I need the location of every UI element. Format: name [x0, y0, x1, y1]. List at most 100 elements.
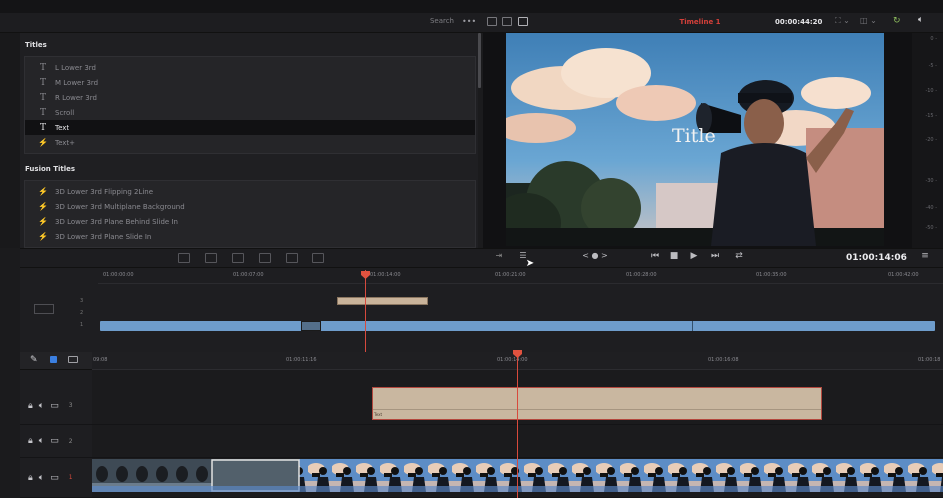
loop-button[interactable]: ⇄ [732, 251, 746, 265]
fusion-item-plane-behind-slide-in[interactable]: ⚡ 3D Lower 3rd Plane Behind Slide In [25, 214, 475, 229]
audio-icon[interactable]: 🔈︎ [39, 401, 44, 411]
title-item-r-lower-3rd[interactable]: T R Lower 3rd [25, 90, 475, 105]
mini-track-number: 3 [80, 298, 84, 304]
track-enable-icon[interactable]: ▭ [50, 473, 59, 483]
fusion-item-multiplane-background[interactable]: ⚡ 3D Lower 3rd Multiplane Background [25, 199, 475, 214]
overwrite-clip-icon[interactable] [205, 253, 217, 263]
fusion-icon: ⚡ [38, 202, 48, 211]
playhead[interactable] [517, 356, 518, 498]
place-on-top-icon[interactable] [286, 253, 298, 263]
text-title-icon: T [39, 92, 46, 103]
fusion-item-flipping-2line[interactable]: ⚡ 3D Lower 3rd Flipping 2Line [25, 184, 475, 199]
timeline-name[interactable]: Timeline 1 [640, 18, 760, 28]
ruler-label: 01:00:16:08 [708, 357, 739, 363]
meter-tick: -15 - [925, 113, 937, 119]
titles-list: T L Lower 3rd T M Lower 3rd T R Lower 3rd T… [24, 56, 476, 154]
fusion-icon: ⚡ [38, 217, 48, 226]
list-item-label: L Lower 3rd [55, 63, 96, 72]
audio-icon[interactable]: 🔈︎ [39, 473, 44, 483]
meter-tick: -10 - [925, 88, 937, 94]
ruler-label: 01:00:11:16 [286, 357, 317, 363]
replace-clip-icon[interactable] [232, 253, 244, 263]
timeline-tools-header: ✎ [20, 352, 92, 370]
text-title-clip[interactable] [372, 387, 822, 420]
layout-dropdown-icon[interactable]: ◫ ⌄ [860, 16, 877, 25]
mini-track-number: 2 [80, 310, 84, 316]
audio-icon[interactable]: 🔈︎ [39, 436, 44, 446]
mini-video-clip[interactable] [100, 321, 935, 331]
next-clip-button[interactable]: ⏭ [708, 251, 722, 265]
stop-button[interactable]: ■ [668, 251, 680, 265]
play-button[interactable]: ▶ [688, 251, 700, 265]
title-item-m-lower-3rd[interactable]: T M Lower 3rd [25, 75, 475, 90]
ruler-label: 01:00:42:00 [888, 272, 919, 278]
left-sidebar-strip [0, 33, 20, 248]
track-header-v2[interactable]: 🔒︎ 🔈︎ ▭ 2 [20, 425, 92, 458]
titles-heading: Titles [25, 41, 47, 49]
list-item-label: 3D Lower 3rd Multiplane Background [55, 202, 185, 211]
text-title-icon: T [39, 107, 46, 118]
viewer-mode-icon[interactable] [502, 17, 512, 26]
list-item-label: R Lower 3rd [55, 93, 97, 102]
title-item-l-lower-3rd[interactable]: T L Lower 3rd [25, 60, 475, 75]
more-options-button[interactable]: ••• [462, 17, 476, 29]
audio-icon[interactable]: 🔈︎ [918, 15, 923, 25]
transform-icon[interactable]: ⛶ ⌄ [835, 16, 850, 26]
fit-to-fill-icon[interactable] [259, 253, 271, 263]
ruler-label: 01:00:21:00 [495, 272, 526, 278]
ruler-label: 01:00:07:00 [233, 272, 264, 278]
flag-color-icon[interactable] [50, 356, 57, 363]
insert-clip-icon[interactable] [178, 253, 190, 263]
lock-icon[interactable]: 🔒︎ [28, 401, 33, 411]
marker-icon[interactable] [68, 356, 78, 363]
list-item-label: Scroll [55, 108, 75, 117]
fusion-titles-heading: Fusion Titles [25, 165, 76, 173]
viewer-tool-icon[interactable]: ⇥ [491, 251, 507, 265]
track-header-v3[interactable]: 🔒︎ 🔈︎ ▭ 3 [20, 387, 92, 425]
top-menu-bar [0, 0, 943, 13]
mini-playhead-handle[interactable] [361, 271, 370, 279]
list-item-label: 3D Lower 3rd Flipping 2Line [55, 187, 154, 196]
mini-playhead[interactable] [365, 270, 366, 352]
track-headers: 🔒︎ 🔈︎ ▭ 3 🔒︎ 🔈︎ ▭ 2 🔒︎ 🔈︎ ▭ 1 [20, 370, 92, 498]
mini-title-clip[interactable] [337, 297, 428, 305]
meter-tick: -40 - [925, 205, 937, 211]
text-title-icon: T [39, 122, 46, 133]
lock-icon[interactable]: 🔒︎ [28, 436, 33, 446]
title-item-text-plus[interactable]: ⚡ Text+ [25, 135, 475, 150]
track-enable-icon[interactable]: ▭ [50, 401, 59, 411]
lock-icon[interactable]: 🔒︎ [28, 473, 33, 483]
title-item-text[interactable]: T Text [25, 120, 475, 135]
track-number: 1 [68, 474, 73, 481]
track-number: 3 [68, 402, 73, 409]
title-item-scroll[interactable]: T Scroll [25, 105, 475, 120]
meter-tick: -20 - [925, 137, 937, 143]
track-header-v1[interactable]: 🔒︎ 🔈︎ ▭ 1 [20, 458, 92, 498]
effects-scrollbar[interactable] [478, 33, 481, 88]
mini-timeline-ruler[interactable]: 01:00:00:00 01:00:07:00 01:00:14:00 01:0… [98, 270, 943, 284]
fusion-item-plane-slide-in[interactable]: ⚡ 3D Lower 3rd Plane Slide In [25, 229, 475, 244]
viewer-menu-button[interactable]: ≡ [918, 251, 932, 265]
cinema-view-icon[interactable] [518, 17, 528, 26]
viewer-layout-icon[interactable] [487, 17, 497, 26]
edit-toolbar [20, 248, 943, 268]
playhead-handle[interactable] [513, 350, 522, 358]
track-enable-icon[interactable]: ▭ [50, 436, 59, 446]
jog-control[interactable]: < ● > [578, 251, 612, 265]
list-item-label: 3D Lower 3rd Plane Slide In [55, 232, 152, 241]
search-input[interactable]: Search [310, 17, 458, 29]
mini-timeline-view-icon[interactable] [34, 304, 54, 314]
blade-tool-icon[interactable]: ✎ [30, 355, 38, 365]
ruler-label: 01:00:35:00 [756, 272, 787, 278]
list-item-label: 3D Lower 3rd Plane Behind Slide In [55, 217, 178, 226]
append-clip-icon[interactable] [312, 253, 324, 263]
title-text-overlay[interactable]: Title [672, 125, 732, 151]
ruler-label: 01:00:28:00 [626, 272, 657, 278]
fusion-icon: ⚡ [38, 138, 48, 147]
clip-divider [373, 409, 821, 410]
refresh-icon[interactable]: ↻ [893, 16, 901, 26]
previous-clip-button[interactable]: ⏮ [648, 251, 662, 265]
mini-clip-marker [301, 321, 321, 331]
track-number: 2 [68, 437, 73, 445]
list-item-label: M Lower 3rd [55, 78, 99, 87]
